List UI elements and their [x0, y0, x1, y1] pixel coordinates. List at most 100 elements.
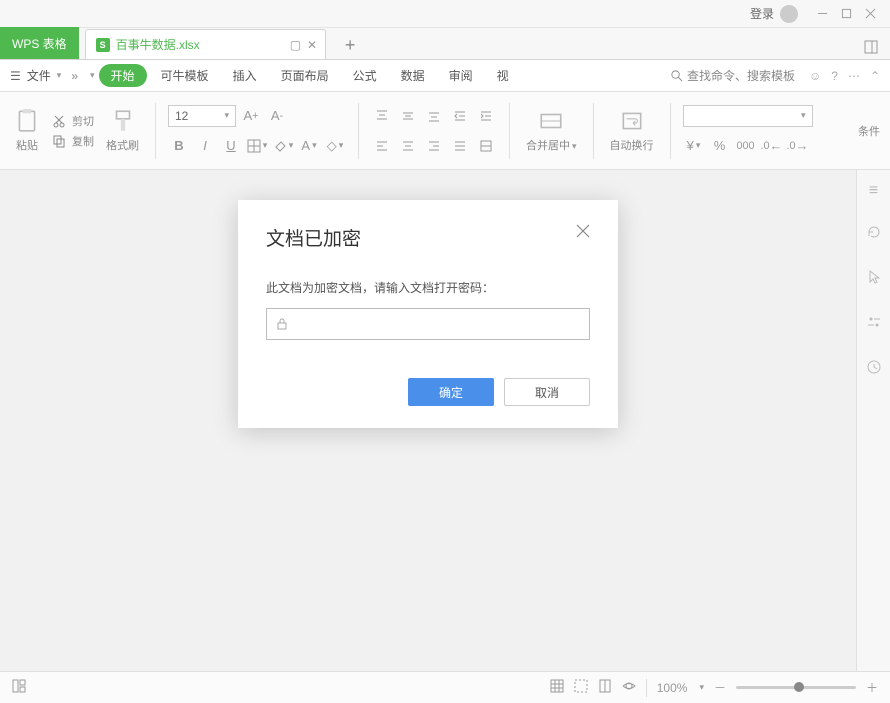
tab-data[interactable]: 数据 — [391, 63, 435, 88]
menu-overflow[interactable]: » — [65, 69, 84, 83]
align-middle-button[interactable] — [397, 105, 419, 127]
tabbar: WPS 表格 S 百事牛数据.xlsx ▢ ✕ + — [0, 28, 890, 60]
decrease-decimal-button[interactable]: .0→ — [787, 135, 809, 157]
indent-increase-button[interactable] — [475, 105, 497, 127]
italic-button[interactable]: I — [194, 135, 216, 157]
minimize-button[interactable] — [810, 4, 834, 24]
clear-format-button[interactable]: ◇▾ — [324, 135, 346, 157]
dialog-title: 文档已加密 — [266, 224, 361, 251]
help-icon[interactable]: ? — [831, 69, 838, 83]
align-top-button[interactable] — [371, 105, 393, 127]
collapse-ribbon-icon[interactable]: ⌃ — [870, 69, 880, 83]
rail-refresh-icon[interactable] — [866, 224, 882, 245]
cut-button[interactable]: 剪切 — [52, 113, 94, 129]
titlebar: 登录 — [0, 0, 890, 28]
separator — [670, 103, 671, 159]
tab-view[interactable]: 视 — [487, 63, 519, 88]
rail-history-icon[interactable] — [866, 359, 882, 380]
separator — [646, 679, 647, 697]
hamburger-icon[interactable]: ☰ — [10, 69, 21, 83]
document-filename: 百事牛数据.xlsx — [116, 36, 200, 53]
comma-style-button[interactable]: 000 — [735, 135, 757, 157]
align-left-button[interactable] — [371, 135, 393, 157]
tab-formula[interactable]: 公式 — [343, 63, 387, 88]
separator — [593, 103, 594, 159]
tab-close-icon[interactable]: ✕ — [307, 38, 317, 52]
copy-button[interactable]: 复制 — [52, 133, 94, 149]
right-rail: ≡ — [856, 170, 890, 671]
ok-button[interactable]: 确定 — [408, 378, 494, 406]
currency-button[interactable]: ¥▾ — [683, 135, 705, 157]
spreadsheet-icon: S — [96, 38, 110, 52]
fill-color-button[interactable]: ▾ — [272, 135, 294, 157]
password-input-wrap — [266, 308, 590, 340]
cancel-button[interactable]: 取消 — [504, 378, 590, 406]
decrease-font-icon[interactable]: A- — [266, 105, 288, 127]
close-button[interactable] — [858, 4, 882, 24]
view-normal-icon[interactable] — [550, 679, 564, 696]
rail-menu-icon[interactable]: ≡ — [869, 182, 878, 200]
password-dialog: 文档已加密 此文档为加密文档，请输入文档打开密码： 确定 取消 — [238, 200, 618, 428]
rail-settings-icon[interactable] — [866, 314, 882, 335]
separator — [509, 103, 510, 159]
view-page-icon[interactable] — [598, 679, 612, 696]
font-color-button[interactable]: A▾ — [298, 135, 320, 157]
command-search[interactable]: 查找命令、搜索模板 — [670, 67, 795, 84]
zoom-in-button[interactable]: ＋ — [866, 679, 878, 696]
tab-templates[interactable]: 可牛模板 — [151, 63, 219, 88]
tab-present-icon[interactable]: ▢ — [290, 38, 301, 52]
number-format-select[interactable]: ▾ — [683, 105, 813, 127]
dialog-close-button[interactable] — [576, 224, 590, 243]
percent-button[interactable]: % — [709, 135, 731, 157]
status-layout-icon[interactable] — [12, 679, 26, 696]
merge-center-button[interactable]: 合并居中▾ — [522, 104, 581, 157]
orientation-button[interactable] — [475, 135, 497, 157]
indent-decrease-button[interactable] — [449, 105, 471, 127]
chevron-down-icon[interactable]: ▾ — [90, 70, 95, 81]
lock-icon — [275, 317, 289, 331]
align-center-button[interactable] — [397, 135, 419, 157]
align-justify-button[interactable] — [449, 135, 471, 157]
zoom-level[interactable]: 100% — [657, 681, 688, 695]
paste-button[interactable]: 粘贴 — [10, 104, 44, 157]
view-pagebreak-icon[interactable] — [574, 679, 588, 696]
login-link[interactable]: 登录 — [750, 5, 774, 22]
bold-button[interactable]: B — [168, 135, 190, 157]
reading-mode-icon[interactable] — [622, 679, 636, 696]
modal-backdrop: 文档已加密 此文档为加密文档，请输入文档打开密码： 确定 取消 — [0, 170, 856, 671]
increase-font-icon[interactable]: A+ — [240, 105, 262, 127]
underline-button[interactable]: U — [220, 135, 242, 157]
search-placeholder: 查找命令、搜索模板 — [687, 67, 795, 84]
maximize-button[interactable] — [834, 4, 858, 24]
separator — [358, 103, 359, 159]
tab-insert[interactable]: 插入 — [223, 63, 267, 88]
font-size-input[interactable]: 12▾ — [168, 105, 236, 127]
chat-icon[interactable]: ☺ — [809, 69, 821, 83]
avatar-icon[interactable] — [780, 5, 798, 23]
tab-review[interactable]: 审阅 — [439, 63, 483, 88]
tab-page-layout[interactable]: 页面布局 — [271, 63, 339, 88]
tabbar-layout-icon[interactable] — [864, 40, 890, 59]
password-input[interactable] — [297, 309, 581, 339]
menu-file[interactable]: 文件▾ — [27, 67, 62, 84]
ribbon: 粘贴 剪切 复制 格式刷 12▾ A+ A- B I U ▾ ▾ A▾ ◇▾ — [0, 92, 890, 170]
rail-cursor-icon[interactable] — [866, 269, 882, 290]
statusbar: 100%▾ － ＋ — [0, 671, 890, 703]
zoom-slider[interactable] — [736, 686, 856, 689]
ribbon-side-label[interactable]: 条件 — [858, 123, 880, 139]
align-right-button[interactable] — [423, 135, 445, 157]
borders-button[interactable]: ▾ — [246, 135, 268, 157]
wrap-text-button[interactable]: 自动换行 — [606, 104, 658, 157]
tab-start[interactable]: 开始 — [99, 64, 147, 87]
document-tab[interactable]: S 百事牛数据.xlsx ▢ ✕ — [85, 29, 326, 59]
align-bottom-button[interactable] — [423, 105, 445, 127]
format-painter-button[interactable]: 格式刷 — [102, 104, 143, 157]
increase-decimal-button[interactable]: .0← — [761, 135, 783, 157]
separator — [155, 103, 156, 159]
new-tab-button[interactable]: + — [336, 31, 364, 59]
app-badge: WPS 表格 — [0, 27, 79, 59]
more-icon[interactable]: ⋯ — [848, 69, 860, 83]
menubar: ☰ 文件▾ » ▾ 开始 可牛模板 插入 页面布局 公式 数据 审阅 视 查找命… — [0, 60, 890, 92]
dialog-message: 此文档为加密文档，请输入文档打开密码： — [266, 279, 590, 296]
zoom-out-button[interactable]: － — [714, 679, 726, 696]
